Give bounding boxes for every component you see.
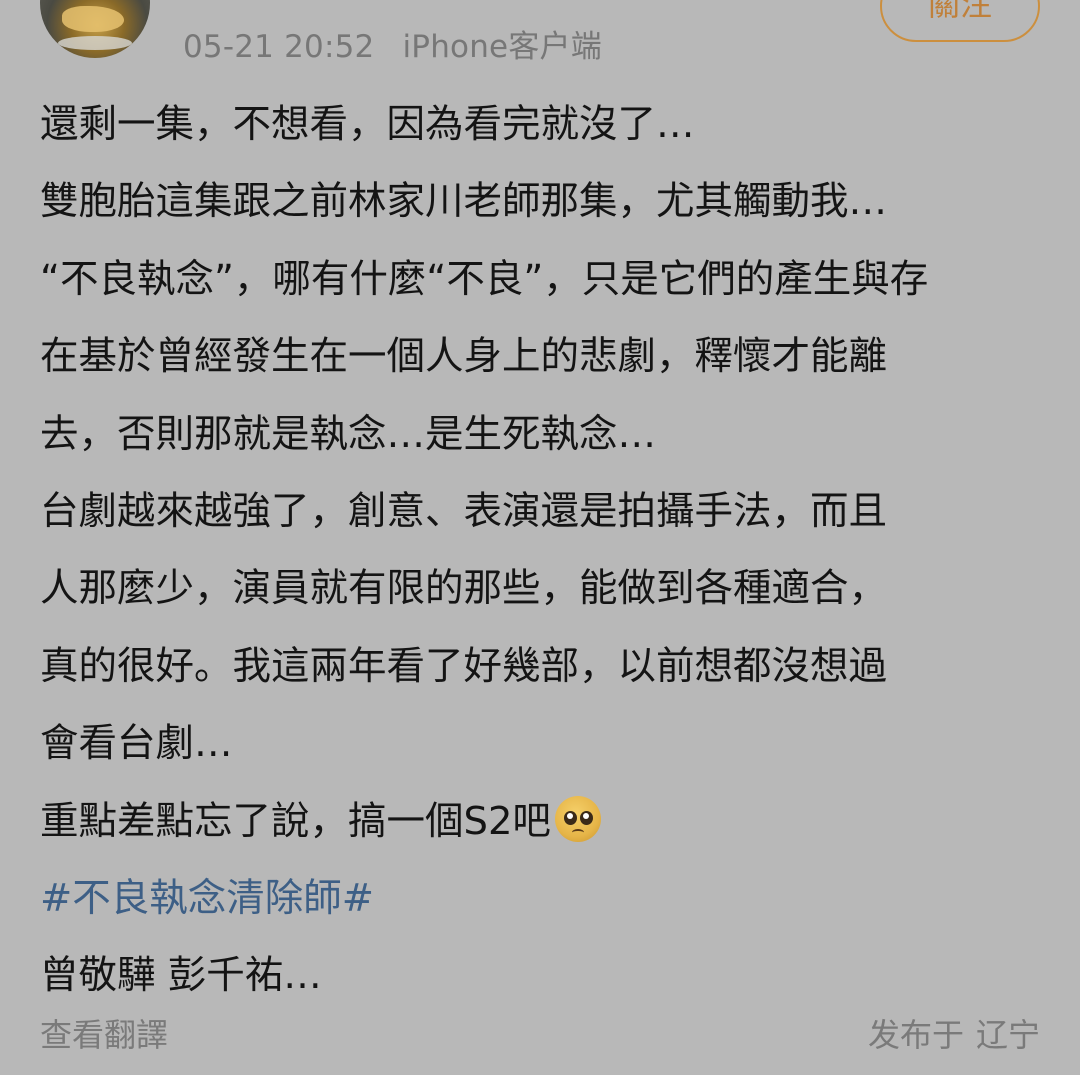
avatar-plate <box>58 36 132 50</box>
pleading-face-icon <box>554 795 601 842</box>
post-line-text: 重點差點忘了說，搞一個S2吧 <box>40 798 551 844</box>
post-line: 會看台劇… <box>40 721 233 767</box>
post-line: 台劇越來越強了，創意、表演還是拍攝手法，而且 <box>40 488 888 534</box>
avatar[interactable] <box>40 0 150 58</box>
post-line: 去，否則那就是執念…是生死執念… <box>40 411 657 457</box>
post-line: 還剩一集，不想看，因為看完就沒了… <box>40 102 695 147</box>
hashtag-link[interactable]: #不良執念清除師# <box>40 876 374 921</box>
follow-button[interactable]: 關注 <box>880 0 1040 42</box>
hashtag-line: #不良執念清除師# <box>40 860 1040 937</box>
post-body: 還剩一集，不想看，因為看完就沒了… 雙胞胎這集跟之前林家川老師那集，尤其觸動我…… <box>40 86 1040 1015</box>
post-line: 人那麼少，演員就有限的那些，能做到各種適合， <box>40 566 888 612</box>
avatar-figure <box>62 6 124 32</box>
post-meta: 05-21 20:52 iPhone客户端 <box>183 21 602 66</box>
weibo-post-view: 05-21 20:52 iPhone客户端 關注 還剩一集，不想看，因為看完就沒了… <box>0 0 1080 1075</box>
location-prefix: 发布于 <box>867 1016 964 1054</box>
post-line: “不良執念”，哪有什麼“不良”，只是它們的產生與存 <box>40 256 929 302</box>
post-line: 在基於曾經發生在一個人身上的悲劇，釋懷才能離 <box>40 334 888 380</box>
post-line: 雙胞胎這集跟之前林家川老師那集，尤其觸動我… <box>40 179 888 225</box>
mentions-line: 曾敬驊 彭千祐… <box>40 953 322 999</box>
post-client: iPhone客户端 <box>402 29 602 65</box>
translate-link[interactable]: 查看翻譯 <box>40 1010 168 1056</box>
post-line: 真的很好。我這兩年看了好幾部，以前想都沒想過 <box>40 643 888 689</box>
post-location: 发布于 辽宁 <box>868 1010 1040 1056</box>
post-line-with-emoji: 重點差點忘了說，搞一個S2吧 <box>40 783 1040 860</box>
post-timestamp: 05-21 20:52 <box>183 29 375 65</box>
location-name: 辽宁 <box>975 1016 1040 1054</box>
